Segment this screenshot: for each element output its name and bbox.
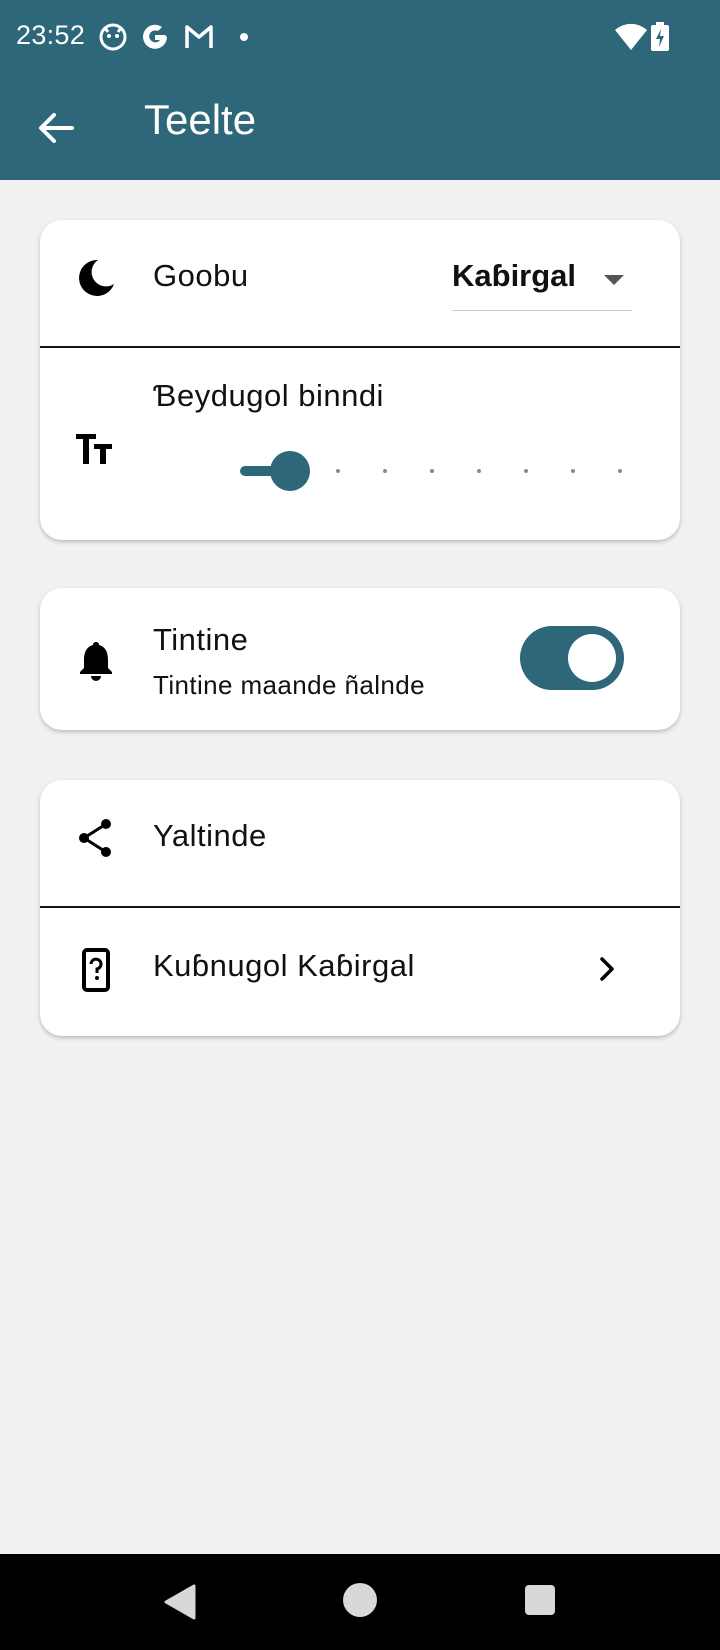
theme-label: Goobu: [153, 258, 249, 293]
slider-tick: [618, 469, 622, 473]
moon-icon: [79, 259, 114, 296]
notifications-toggle[interactable]: [520, 626, 624, 690]
system-nav-bar: [0, 1554, 720, 1650]
back-triangle-icon[interactable]: [160, 1582, 200, 1622]
page-title: Teelte: [144, 96, 257, 143]
cat-notification-icon: [99, 23, 127, 51]
font-size-label: Ɓeydugol binndi: [153, 378, 384, 413]
notifications-subtitle: Tintine maande ñalnde: [153, 670, 425, 700]
notifications-card: Tintine Tintine maande ñalnde: [40, 588, 680, 730]
toggle-knob: [568, 634, 616, 682]
gmail-icon: [185, 25, 213, 48]
home-circle-icon[interactable]: [340, 1580, 380, 1620]
dropdown-underline: [452, 310, 632, 311]
status-bar: 23:52: [0, 0, 720, 74]
slider-tick: [336, 469, 340, 473]
font-size-row: Ɓeydugol binndi: [40, 348, 680, 540]
display-settings-card: Goobu Kaɓirgal Ɓeydugol binndi: [40, 220, 680, 540]
bell-icon: [80, 642, 112, 681]
theme-dropdown-value: Kaɓirgal: [452, 258, 577, 293]
help-row[interactable]: Kuɓnugol Kaɓirgal: [40, 908, 680, 1036]
arrow-back-icon[interactable]: [30, 102, 82, 154]
text-size-icon: [76, 434, 112, 464]
misc-card: Yaltinde Kuɓnugol Kaɓirgal: [40, 780, 680, 1036]
font-size-slider[interactable]: [198, 440, 638, 500]
battery-charging-icon: [651, 22, 669, 51]
share-icon: [79, 819, 111, 857]
google-icon: [143, 24, 167, 49]
slider-tick: [571, 469, 575, 473]
notifications-row: Tintine Tintine maande ñalnde: [40, 588, 680, 730]
share-label: Yaltinde: [153, 818, 267, 853]
chevron-right-icon: [600, 957, 614, 981]
notifications-label: Tintine: [153, 622, 249, 657]
dot-icon: [240, 33, 248, 41]
slider-tick: [477, 469, 481, 473]
help-device-icon: [82, 948, 110, 992]
slider-tick: [524, 469, 528, 473]
theme-row: Goobu Kaɓirgal: [40, 220, 680, 346]
share-row[interactable]: Yaltinde: [40, 780, 680, 906]
slider-tick: [430, 469, 434, 473]
chevron-down-icon: [604, 275, 624, 285]
slider-thumb[interactable]: [270, 451, 310, 491]
slider-tick: [383, 469, 387, 473]
help-label: Kuɓnugol Kaɓirgal: [153, 948, 415, 983]
status-time: 23:52: [16, 20, 86, 50]
theme-dropdown[interactable]: Kaɓirgal: [452, 248, 672, 312]
wifi-icon: [615, 23, 647, 50]
app-bar: Teelte: [0, 74, 720, 180]
recents-square-icon[interactable]: [522, 1582, 558, 1618]
